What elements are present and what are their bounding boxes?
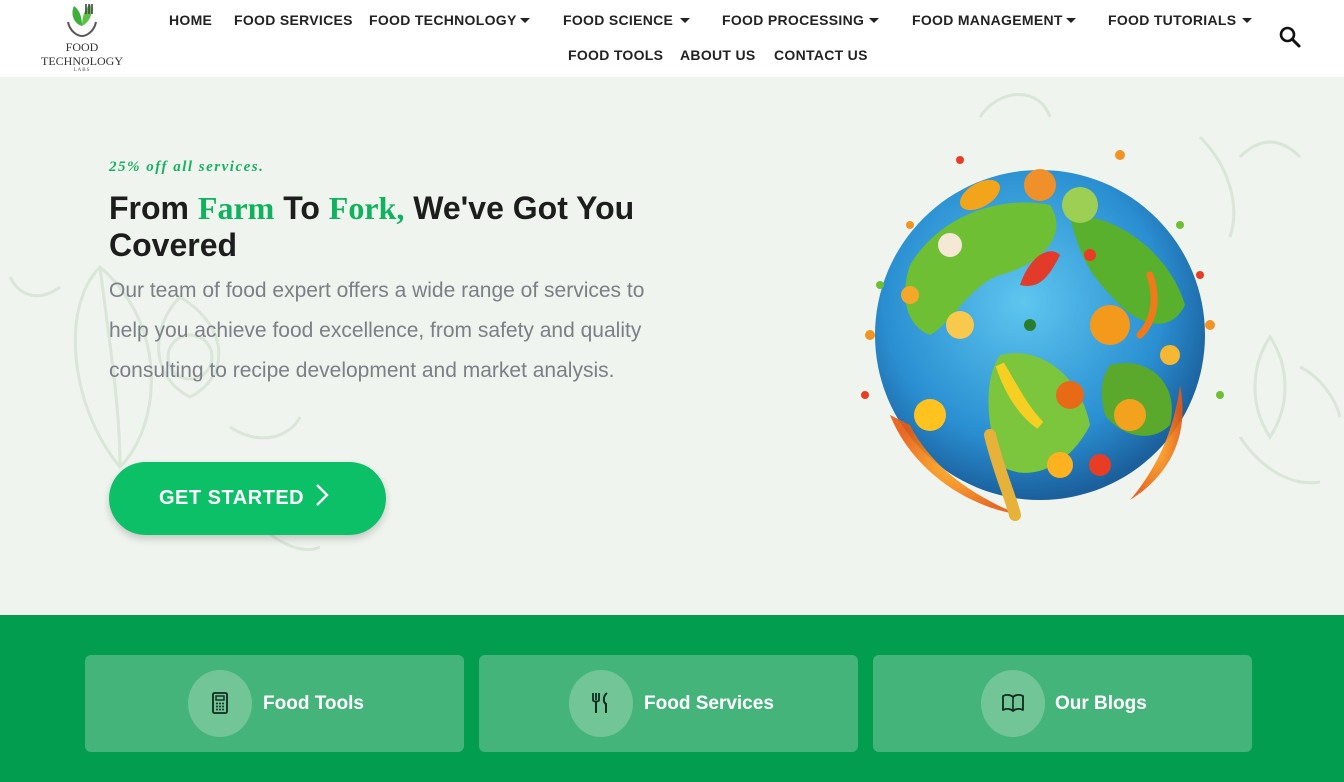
site-header: FOOD TECHNOLOGY LABS HOME FOOD SERVICES … (0, 0, 1344, 77)
nav-food-tools[interactable]: FOOD TOOLS (568, 47, 663, 63)
headline-highlight-fork: Fork, (328, 190, 405, 226)
nav-food-technology[interactable]: FOOD TECHNOLOGY (369, 12, 517, 28)
card-icon-circle (981, 670, 1045, 737)
chevron-right-icon (316, 484, 329, 506)
hero-headline: From Farm To Fork, We've Got You Covered (109, 190, 729, 264)
nav-contact-us[interactable]: CONTACT US (774, 47, 868, 63)
food-tools-label: Food Tools (263, 693, 364, 714)
food-services-label: Food Services (644, 693, 774, 714)
food-tools-card[interactable]: Food Tools (85, 655, 464, 752)
card-icon-circle (188, 670, 252, 737)
fork-knife-icon (592, 692, 608, 713)
promo-tagline: 25% off all services. (109, 159, 265, 175)
nav-home[interactable]: HOME (169, 12, 212, 28)
card-icon-circle (569, 670, 633, 737)
nav-food-management[interactable]: FOOD MANAGEMENT (912, 12, 1063, 28)
chevron-down-icon[interactable] (869, 18, 879, 23)
headline-text-2: To (274, 190, 329, 226)
logo-line-1: FOOD (65, 40, 99, 54)
chevron-down-icon[interactable] (520, 18, 530, 23)
feature-band: Food Tools Food Services Our Blogs (0, 615, 1344, 782)
headline-highlight-farm: Farm (197, 190, 275, 226)
our-blogs-label: Our Blogs (1055, 693, 1147, 714)
site-logo[interactable]: FOOD TECHNOLOGY LABS (36, 0, 128, 77)
nav-food-tutorials[interactable]: FOOD TUTORIALS (1108, 12, 1236, 28)
leaf-fork-icon (67, 4, 97, 38)
nav-food-processing[interactable]: FOOD PROCESSING (722, 12, 864, 28)
nav-food-services[interactable]: FOOD SERVICES (234, 12, 353, 28)
chevron-down-icon[interactable] (1066, 18, 1076, 23)
hero-section: 25% off all services. From Farm To Fork,… (0, 77, 1344, 615)
chevron-down-icon[interactable] (680, 18, 690, 23)
book-icon (1002, 694, 1024, 712)
search-icon[interactable] (1278, 25, 1302, 49)
get-started-button[interactable]: GET STARTED (109, 462, 386, 535)
get-started-label: GET STARTED (159, 487, 305, 509)
headline-text-1: From (109, 190, 198, 226)
logo-line-2: TECHNOLOGY (41, 54, 123, 68)
food-globe-illustration (861, 150, 1224, 521)
nav-food-science[interactable]: FOOD SCIENCE (563, 12, 673, 28)
vegetable-doodle-background (8, 264, 320, 552)
nav-about-us[interactable]: ABOUT US (680, 47, 756, 63)
hero-description: Our team of food expert offers a wide ra… (109, 279, 645, 382)
logo-line-3: LABS (73, 68, 91, 73)
food-services-card[interactable]: Food Services (479, 655, 858, 752)
chevron-down-icon[interactable] (1242, 18, 1252, 23)
our-blogs-card[interactable]: Our Blogs (873, 655, 1252, 752)
calculator-icon (212, 692, 228, 714)
